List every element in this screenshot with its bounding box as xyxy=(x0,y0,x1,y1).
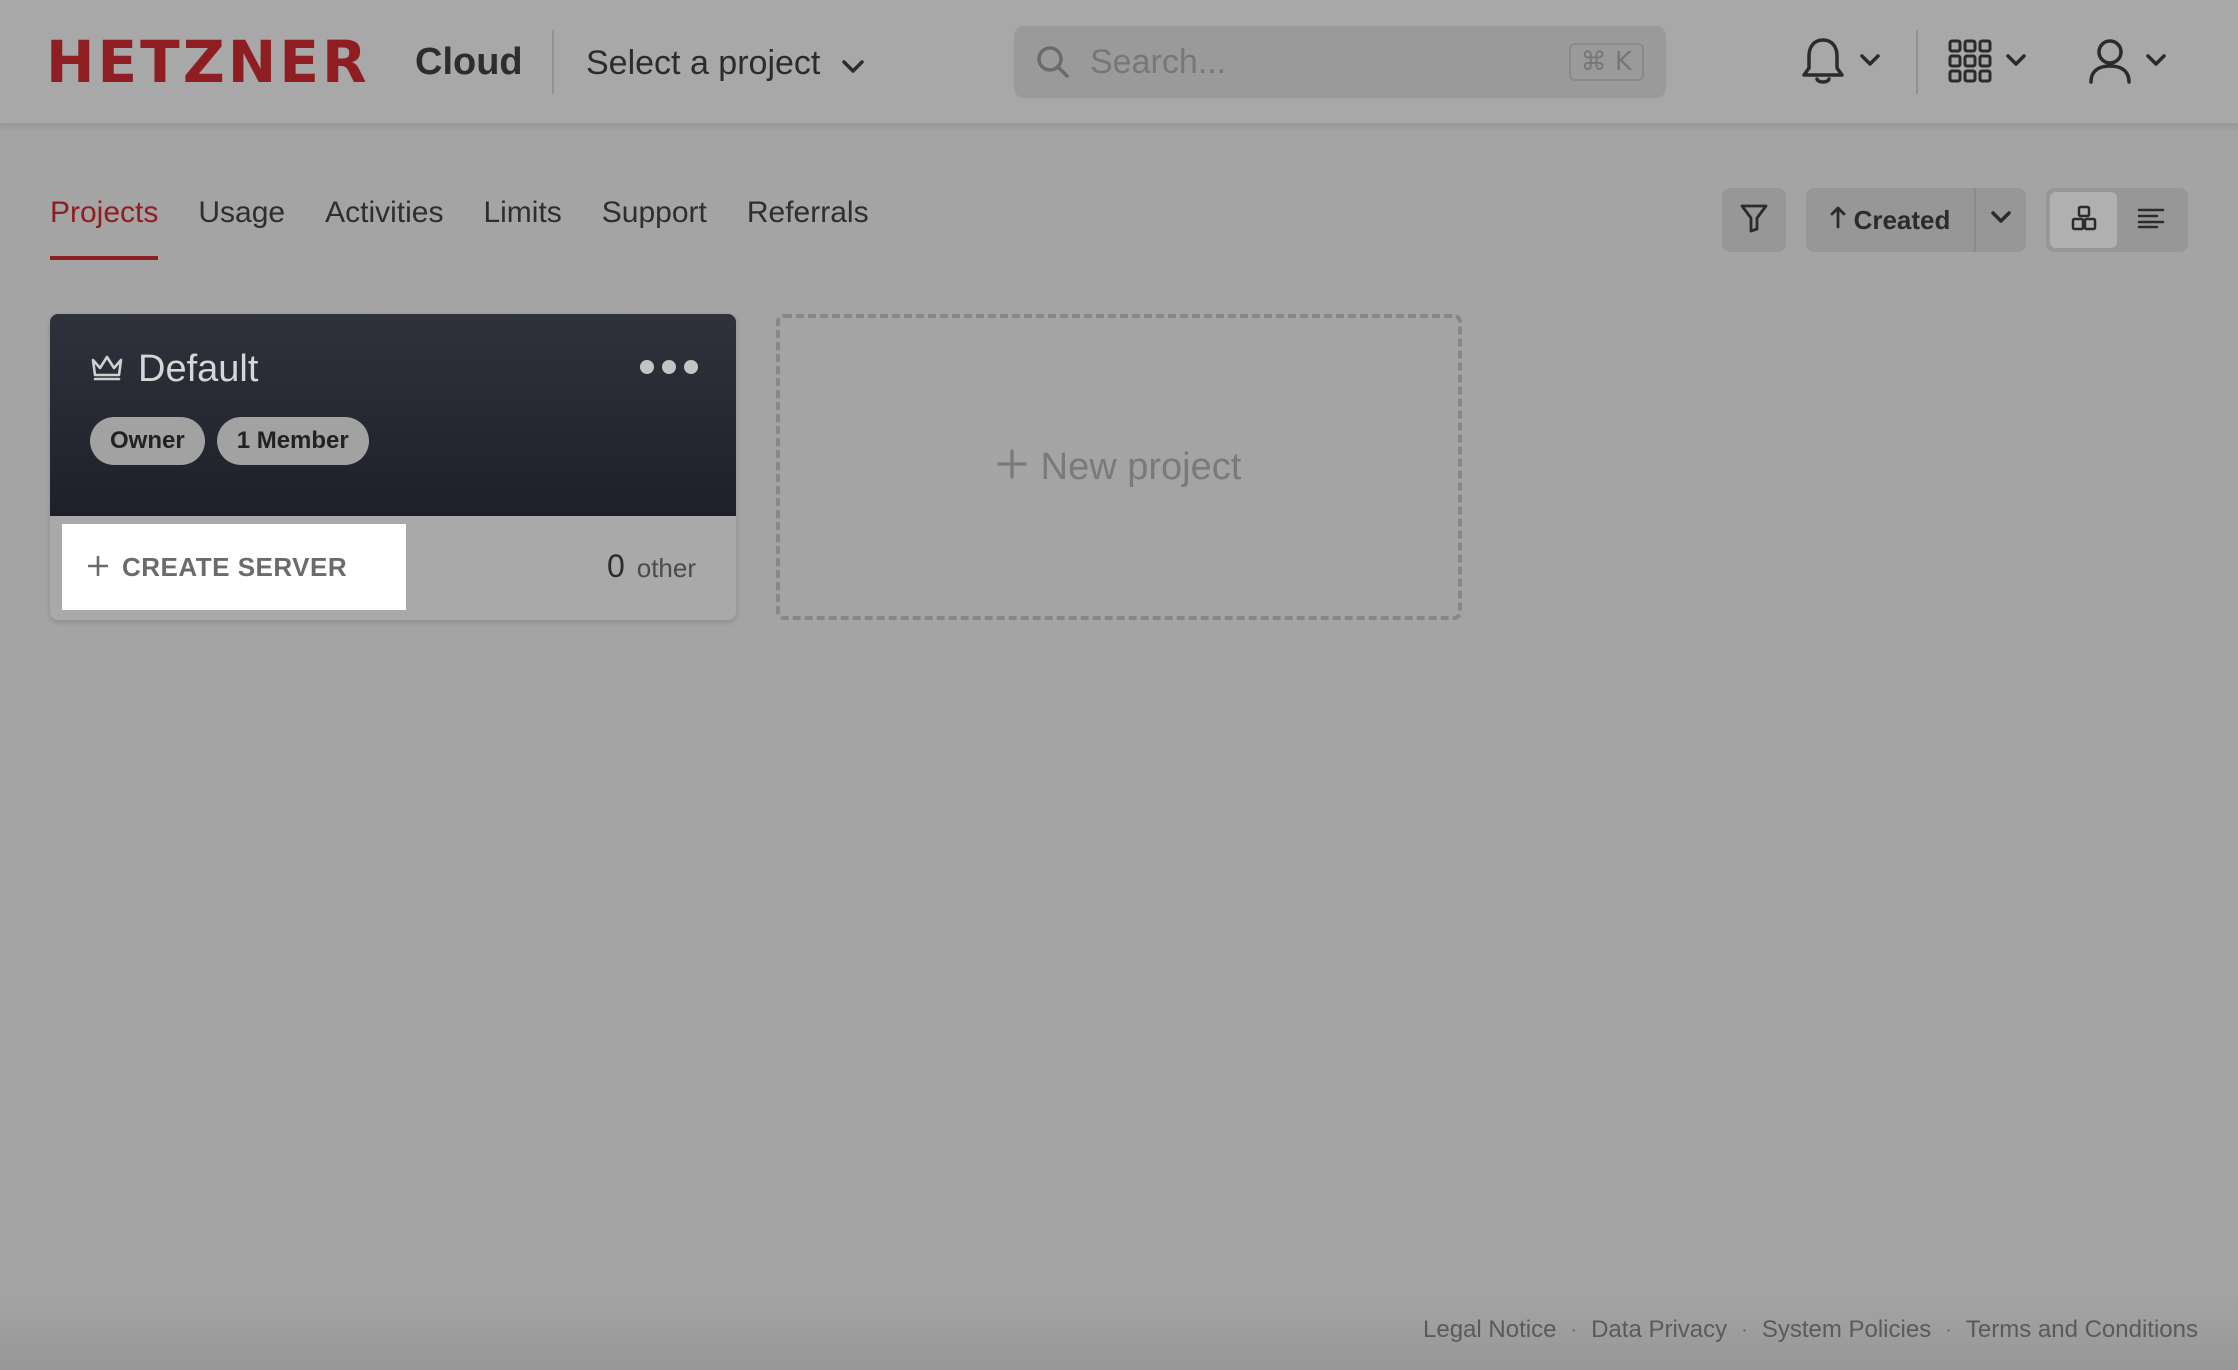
new-project-label: New project xyxy=(1040,445,1242,488)
search-input[interactable] xyxy=(1090,42,1569,82)
notifications-button[interactable] xyxy=(1800,34,1880,92)
grid-view-icon xyxy=(2071,205,2097,236)
create-server-button[interactable]: CREATE SERVER xyxy=(62,524,406,610)
bell-icon xyxy=(1800,36,1846,91)
user-icon xyxy=(2088,38,2132,89)
owner-badge: Owner xyxy=(90,417,205,465)
tab-referrals[interactable]: Referrals xyxy=(747,196,869,260)
other-count-label: other xyxy=(636,553,696,583)
user-menu-button[interactable] xyxy=(2088,34,2166,92)
other-resources-count: 0 other xyxy=(607,548,696,585)
search-shortcut-hint: ⌘ K xyxy=(1568,43,1644,81)
search-icon xyxy=(1036,45,1070,79)
main-tabs: Projects Usage Activities Limits Support… xyxy=(50,196,869,260)
sort-control: Created xyxy=(1806,188,2026,252)
project-card-header: Default Owner 1 Member xyxy=(50,314,736,516)
list-view-icon xyxy=(2137,207,2165,234)
plus-icon xyxy=(87,552,109,583)
view-toggle xyxy=(2046,188,2188,252)
crown-icon xyxy=(90,352,124,387)
footer-separator: · xyxy=(1945,1318,1952,1341)
chevron-down-icon xyxy=(1991,211,2011,229)
footer-links: Legal Notice · Data Privacy · System Pol… xyxy=(1423,1316,2198,1344)
more-options-icon[interactable] xyxy=(640,360,698,374)
tab-support[interactable]: Support xyxy=(602,196,707,260)
search-bar[interactable]: ⌘ K xyxy=(1014,26,1666,98)
project-selector-label: Select a project xyxy=(586,43,821,82)
product-name: Cloud xyxy=(415,41,523,83)
chevron-down-icon xyxy=(2006,54,2026,72)
chevron-down-icon xyxy=(1860,54,1880,72)
arrow-up-icon xyxy=(1830,205,1846,236)
project-badges: Owner 1 Member xyxy=(90,417,696,465)
sort-label: Created xyxy=(1853,204,1951,235)
project-name[interactable]: Default xyxy=(138,348,258,391)
hetzner-logo[interactable]: HETZNER xyxy=(46,30,370,94)
legal-notice-link[interactable]: Legal Notice xyxy=(1423,1316,1556,1344)
apps-menu-button[interactable] xyxy=(1948,34,2026,92)
system-policies-link[interactable]: System Policies xyxy=(1762,1316,1931,1344)
sort-dropdown-button[interactable] xyxy=(1974,188,2026,252)
header-divider xyxy=(552,30,554,94)
sort-button[interactable]: Created xyxy=(1806,188,1974,252)
tab-projects[interactable]: Projects xyxy=(50,196,159,260)
tab-usage[interactable]: Usage xyxy=(198,196,285,260)
apps-grid-icon xyxy=(1948,39,1992,88)
tab-limits[interactable]: Limits xyxy=(483,196,561,260)
dot xyxy=(684,360,698,374)
project-title: Default xyxy=(90,348,696,391)
dot xyxy=(662,360,676,374)
new-project-button[interactable]: New project xyxy=(776,314,1462,620)
chevron-down-icon xyxy=(2146,54,2166,72)
footer-separator: · xyxy=(1741,1318,1748,1341)
plus-icon xyxy=(997,446,1027,489)
top-header: HETZNER Cloud Select a project ⌘ K xyxy=(0,0,2238,126)
page: HETZNER Cloud Select a project ⌘ K xyxy=(0,0,2238,1370)
filter-button[interactable] xyxy=(1722,188,1786,252)
filter-icon xyxy=(1740,203,1768,238)
project-card-footer: CREATE SERVER 0 other xyxy=(50,516,736,620)
project-selector[interactable]: Select a project xyxy=(586,38,865,88)
grid-view-button[interactable] xyxy=(2050,192,2117,248)
other-count-value: 0 xyxy=(606,548,625,584)
footer-separator: · xyxy=(1570,1318,1578,1341)
project-card[interactable]: Default Owner 1 Member CREATE SERVER 0 o… xyxy=(50,314,736,620)
create-server-label: CREATE SERVER xyxy=(122,551,348,582)
list-view-button[interactable] xyxy=(2117,192,2184,248)
header-divider xyxy=(1916,30,1918,94)
data-privacy-link[interactable]: Data Privacy xyxy=(1591,1316,1727,1344)
terms-link[interactable]: Terms and Conditions xyxy=(1966,1316,2198,1344)
chevron-down-icon xyxy=(842,44,865,83)
tab-activities[interactable]: Activities xyxy=(325,196,443,260)
member-count-badge[interactable]: 1 Member xyxy=(216,417,369,465)
dot xyxy=(640,360,654,374)
